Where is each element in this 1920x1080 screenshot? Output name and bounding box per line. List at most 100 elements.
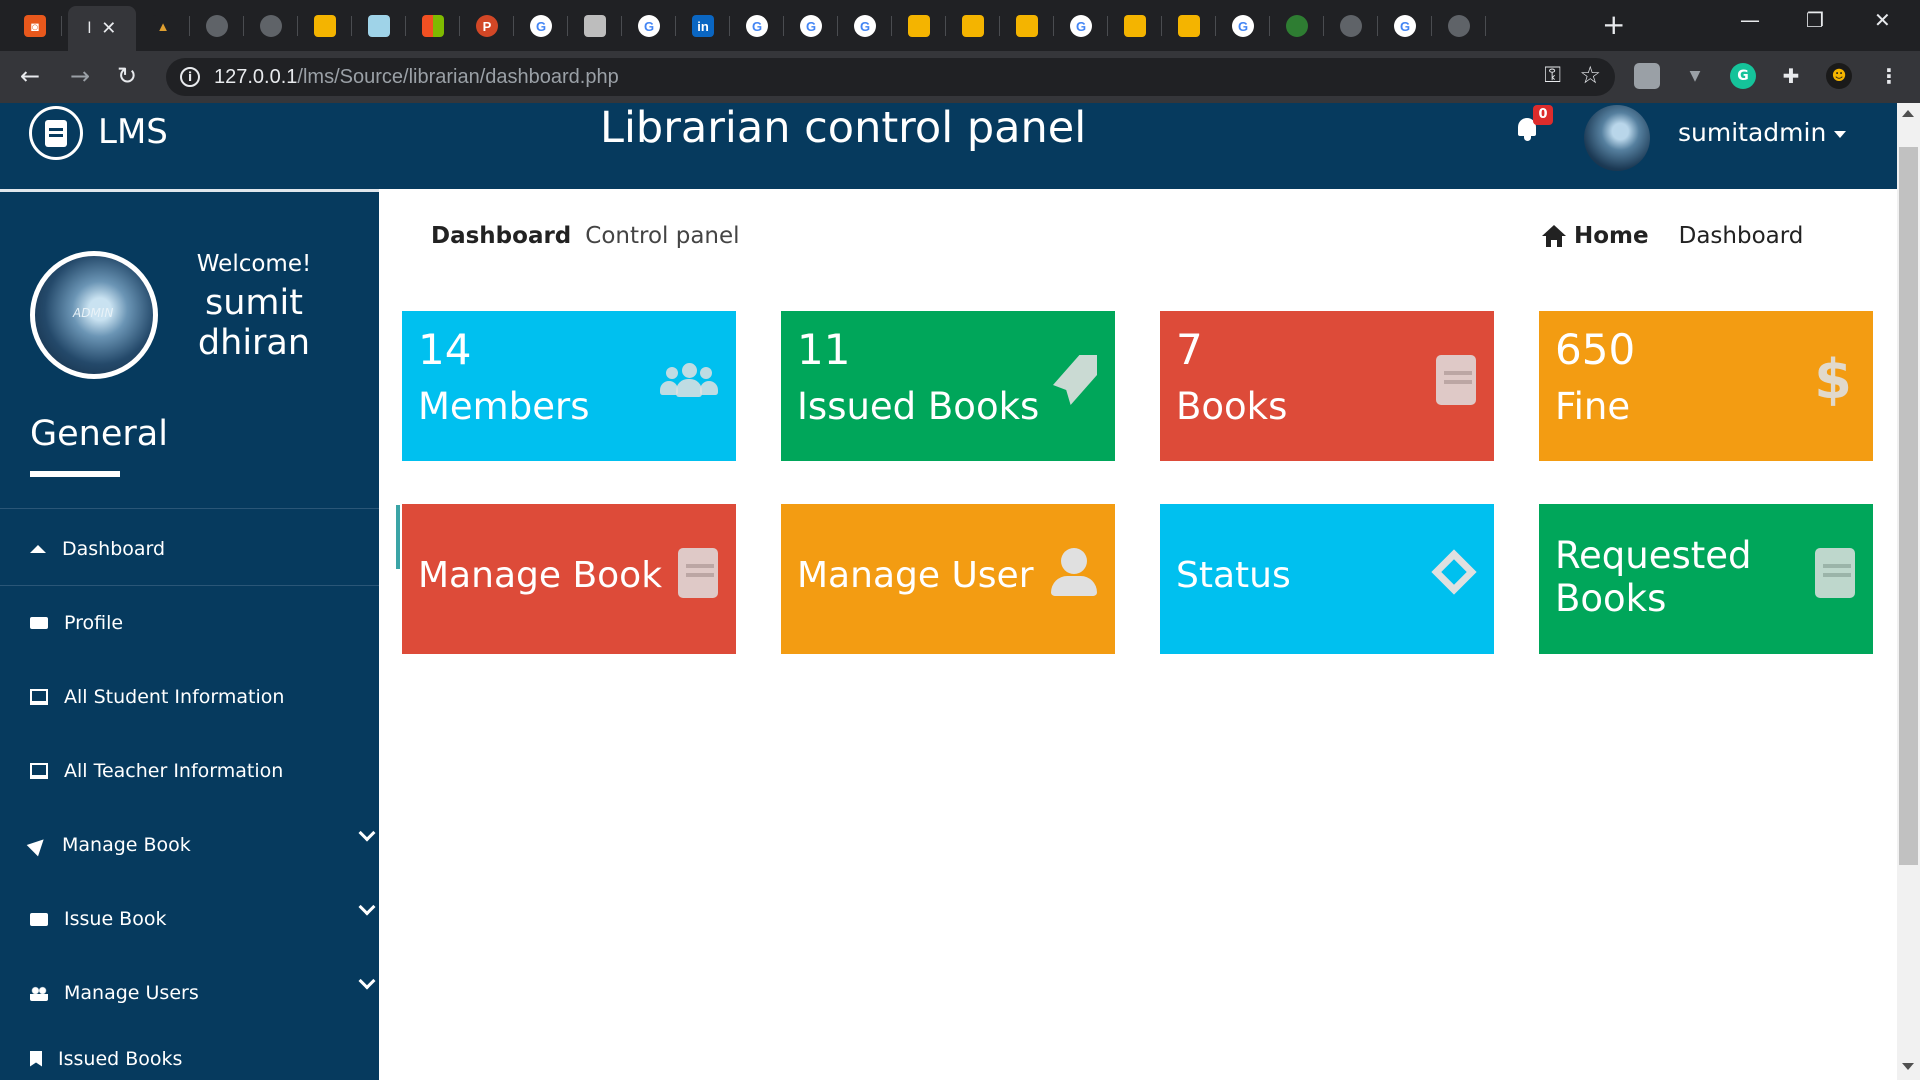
monitor-icon <box>30 763 48 779</box>
tab-favicon-icon <box>584 15 606 37</box>
user-avatar[interactable] <box>1584 105 1650 171</box>
sidebar-item-issued-books[interactable]: Issued Books <box>0 1037 379 1080</box>
browser-tab[interactable] <box>352 6 406 46</box>
sidebar-item-all-student-information[interactable]: All Student Information <box>0 667 379 727</box>
card-label: Manage Book <box>418 555 663 596</box>
address-bar[interactable]: i 127.0.0.1/lms/Source/librarian/dashboa… <box>166 58 1615 96</box>
browser-tab[interactable] <box>1108 6 1162 46</box>
password-key-icon[interactable]: ⚿ <box>1544 63 1561 88</box>
breadcrumb-current: Dashboard <box>1678 223 1804 249</box>
books-card[interactable]: 7 Books <box>1160 311 1494 461</box>
page-subtitle: Control panel <box>585 223 740 249</box>
panel-title: Librarian control panel <box>600 103 1087 153</box>
card-label: Members <box>418 385 590 428</box>
site-info-icon[interactable]: i <box>180 67 200 87</box>
browser-tab[interactable]: G <box>622 6 676 46</box>
sidebar-hover-accent <box>396 505 400 569</box>
browser-tab[interactable]: P <box>460 6 514 46</box>
tab-favicon-icon <box>314 15 336 37</box>
tab-favicon-tab[interactable]: ◙ <box>8 6 62 46</box>
manage-book-card[interactable]: Manage Book <box>402 504 736 654</box>
card-value: 650 <box>1555 325 1636 374</box>
extension-icon[interactable]: ▼ <box>1682 63 1708 89</box>
sidebar-item-dashboard[interactable]: Dashboard <box>0 519 379 579</box>
logo-text[interactable]: LMS <box>98 112 168 152</box>
tab-favicon-icon: ▲ <box>152 15 174 37</box>
logo-book-icon[interactable] <box>29 106 83 160</box>
breadcrumb: Home Dashboard <box>1542 223 1803 249</box>
chevron-down-icon[interactable] <box>358 824 376 842</box>
browser-tab[interactable] <box>298 6 352 46</box>
sidebar-item-profile[interactable]: Profile <box>0 593 379 653</box>
bookmark-star-icon[interactable]: ☆ <box>1579 61 1601 89</box>
browser-tab[interactable] <box>946 6 1000 46</box>
extension-icon[interactable] <box>1634 63 1660 89</box>
google-icon: G <box>1394 15 1416 37</box>
tab-favicon-icon <box>1286 15 1308 37</box>
grammarly-icon[interactable]: G <box>1730 63 1756 89</box>
breadcrumb-home-link[interactable]: Home <box>1574 223 1649 249</box>
card-label-line2: Books <box>1555 577 1667 620</box>
user-menu-toggle[interactable]: sumitadmin <box>1678 118 1847 147</box>
active-tab[interactable]: l ✕ <box>68 6 136 51</box>
browser-tab[interactable]: G <box>784 6 838 46</box>
minimize-button[interactable]: — <box>1740 8 1760 32</box>
restore-button[interactable]: ❐ <box>1806 8 1824 32</box>
browser-tab[interactable] <box>1324 6 1378 46</box>
sidebar-item-all-teacher-information[interactable]: All Teacher Information <box>0 741 379 801</box>
url-text[interactable]: 127.0.0.1/lms/Source/librarian/dashboard… <box>214 66 619 89</box>
card-value: 11 <box>797 325 851 374</box>
puzzle-icon[interactable]: ✚ <box>1778 63 1804 89</box>
browser-tab[interactable]: G <box>1054 6 1108 46</box>
sidebar-item-label: All Student Information <box>64 686 285 708</box>
browser-tab[interactable] <box>406 6 460 46</box>
sidebar-avatar: ADMIN <box>30 251 158 379</box>
members-card[interactable]: 14 Members <box>402 311 736 461</box>
browser-tab[interactable]: G <box>1378 6 1432 46</box>
profile-avatar[interactable]: ☻ <box>1826 63 1852 89</box>
scrollbar-thumb[interactable] <box>1899 147 1918 865</box>
user-first-name: sumit <box>205 283 303 323</box>
browser-tab[interactable] <box>568 6 622 46</box>
diamond-icon <box>1431 548 1477 598</box>
browser-tab[interactable]: G <box>1216 6 1270 46</box>
fine-card[interactable]: 650 Fine $ <box>1539 311 1873 461</box>
browser-tab[interactable] <box>892 6 946 46</box>
back-button[interactable]: ← <box>20 63 40 89</box>
browser-tab[interactable] <box>190 6 244 46</box>
forward-button[interactable]: → <box>70 63 90 89</box>
active-tab-title: l <box>87 19 92 37</box>
browser-tab[interactable] <box>1432 6 1486 46</box>
browser-tab[interactable] <box>1270 6 1324 46</box>
scroll-up-icon[interactable] <box>1902 110 1914 117</box>
bookmark-icon <box>30 1050 42 1067</box>
tab-close-icon[interactable]: ✕ <box>101 18 116 39</box>
menu-icon[interactable]: ⋮ <box>1876 63 1902 89</box>
requested-books-card[interactable]: Requested Books <box>1539 504 1873 654</box>
sidebar-item-issue-book[interactable]: Issue Book <box>0 889 379 949</box>
sidebar-item-manage-users[interactable]: Manage Users <box>0 963 379 1023</box>
scroll-down-icon[interactable] <box>1902 1063 1914 1070</box>
tab-favicon-icon <box>368 15 390 37</box>
sidebar-item-manage-book[interactable]: Manage Book <box>0 815 379 875</box>
browser-tab[interactable]: in <box>676 6 730 46</box>
chevron-down-icon[interactable] <box>358 972 376 990</box>
reload-button[interactable]: ↻ <box>117 63 137 89</box>
list-icon <box>30 912 48 926</box>
manage-user-card[interactable]: Manage User <box>781 504 1115 654</box>
sidebar-item-label: Dashboard <box>62 538 166 560</box>
browser-tab[interactable] <box>244 6 298 46</box>
caret-down-icon <box>1834 130 1847 138</box>
browser-tab[interactable]: G <box>514 6 568 46</box>
issued-books-card[interactable]: 11 Issued Books <box>781 311 1115 461</box>
browser-tab[interactable]: G <box>838 6 892 46</box>
browser-tab[interactable]: ▲ <box>136 6 190 46</box>
status-card[interactable]: Status <box>1160 504 1494 654</box>
browser-tab[interactable] <box>1162 6 1216 46</box>
browser-tab[interactable] <box>1000 6 1054 46</box>
new-tab-button[interactable]: + <box>1602 10 1625 40</box>
chevron-down-icon[interactable] <box>358 898 376 916</box>
window-close-button[interactable]: ✕ <box>1874 8 1891 32</box>
url-path: /lms/Source/librarian/dashboard.php <box>297 66 619 88</box>
browser-tab[interactable]: G <box>730 6 784 46</box>
